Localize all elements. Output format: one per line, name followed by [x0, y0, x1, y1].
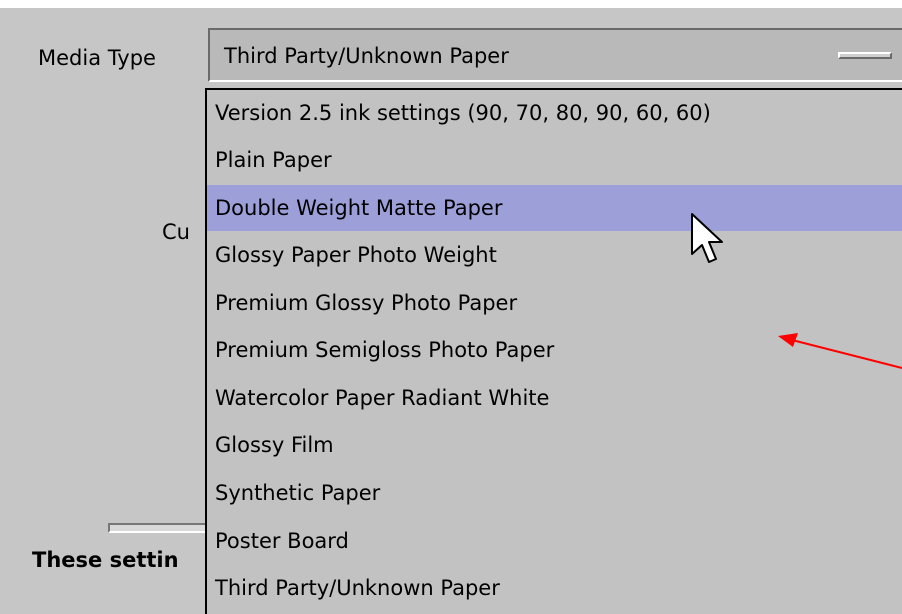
- screenshot-stage: Media Type Cu These settin Third Party/U…: [0, 0, 902, 614]
- red-arrow-annotation-icon: [778, 333, 902, 369]
